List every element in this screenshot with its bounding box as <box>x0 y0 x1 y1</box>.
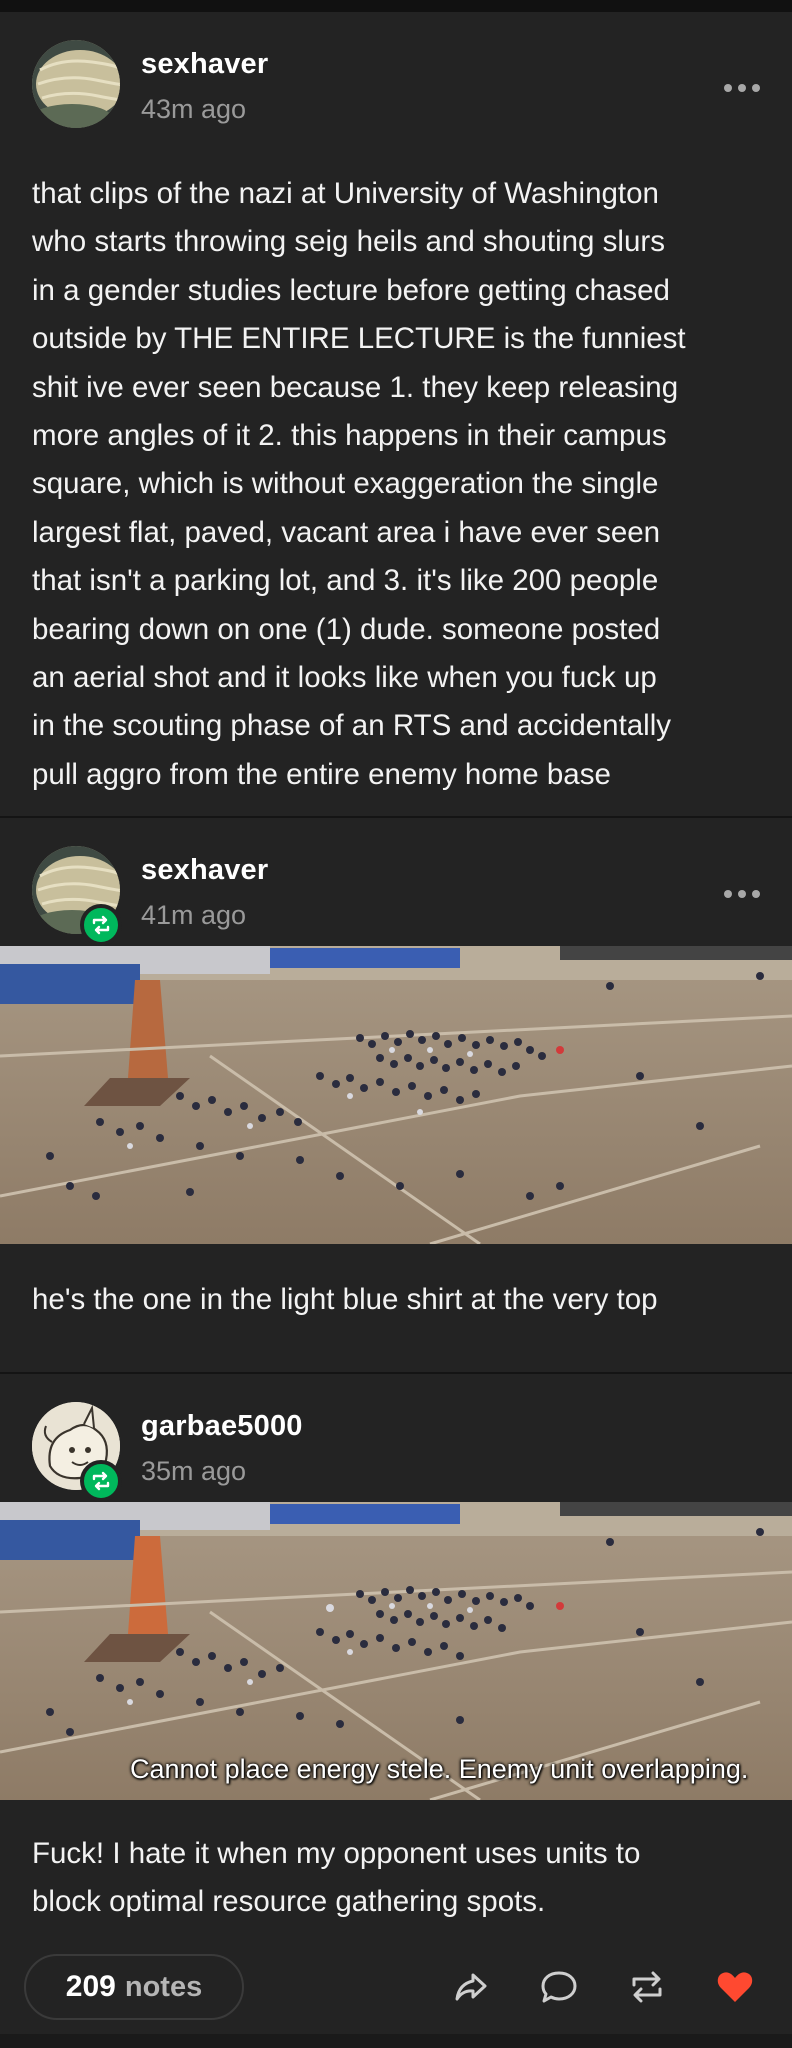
text-line: that isn't a parking lot, and 3. it's li… <box>32 564 659 598</box>
post-text: Fuck! I hate it when my opponent uses un… <box>0 1800 792 1963</box>
text-line: in a gender studies lecture before getti… <box>32 273 670 307</box>
notes-label: notes <box>124 1970 203 2003</box>
like-heart-shape <box>717 1972 753 2002</box>
reply-icon[interactable] <box>536 1964 582 2010</box>
timestamp: 43m ago <box>141 94 247 124</box>
notes-button[interactable]: 209 notes <box>24 1954 244 2020</box>
text-line: block optimal resource gathering spots. <box>32 1885 546 1919</box>
post-header: sexhaver 41m ago <box>0 818 792 946</box>
post-text: that clips of the nazi at University of … <box>0 140 792 835</box>
text-line: that clips of the nazi at University of … <box>32 177 659 210</box>
text-line: outside by THE ENTIRE LECTURE is the fun… <box>32 322 686 356</box>
avatar[interactable] <box>32 40 120 128</box>
post-image-aerial-captioned[interactable]: Cannot place energy stele. Enemy unit ov… <box>0 1502 792 1800</box>
share-icon[interactable] <box>448 1964 494 2010</box>
username[interactable]: sexhaver <box>141 854 268 887</box>
post-image-aerial[interactable] <box>0 946 792 1244</box>
post-header: sexhaver 43m ago <box>0 12 792 140</box>
text-line: in the scouting phase of an RTS and acci… <box>32 709 672 743</box>
text-line: who starts throwing seig heils and shout… <box>32 225 665 259</box>
heart-icon[interactable] <box>712 1964 758 2010</box>
top-bar <box>0 0 792 12</box>
reblog-button-icon[interactable] <box>624 1964 670 2010</box>
post-original: sexhaver 43m ago that clips of the nazi … <box>0 12 792 816</box>
post-footer: 209 notes <box>0 1944 792 2034</box>
post-reblog-1: sexhaver 41m ago he's the one in the lig… <box>0 816 792 1372</box>
text-line: pull aggro from the entire enemy home ba… <box>32 757 611 791</box>
reblog-icon <box>80 1460 122 1502</box>
post-header: garbae5000 35m ago <box>0 1374 792 1502</box>
username[interactable]: garbae5000 <box>141 1410 303 1443</box>
text-line: he's the one in the light blue shirt at … <box>32 1283 658 1316</box>
timestamp: 35m ago <box>141 1456 247 1486</box>
text-line: shit ive ever seen because 1. they keep … <box>32 370 679 404</box>
avatar-image <box>32 40 120 128</box>
timestamp: 41m ago <box>141 900 247 930</box>
text-line: square, which is without exaggeration th… <box>32 467 659 501</box>
post-text: he's the one in the light blue shirt at … <box>0 1244 792 1360</box>
image-caption: Cannot place energy stele. Enemy unit ov… <box>130 1754 749 1784</box>
more-icon[interactable] <box>724 82 760 94</box>
reblog-icon <box>80 904 122 946</box>
more-icon[interactable] <box>724 888 760 900</box>
text-line: more angles of it 2. this happens in the… <box>32 419 667 453</box>
post-reblog-2: garbae5000 35m ago Cannot place energy s… <box>0 1372 792 1944</box>
notes-count: 209 <box>65 1970 116 2003</box>
text-line: bearing down on one (1) dude. someone po… <box>32 612 661 646</box>
text-line: an aerial shot and it looks like when yo… <box>32 661 657 695</box>
text-line: largest flat, paved, vacant area i have … <box>32 515 661 549</box>
text-line: Fuck! I hate it when my opponent uses un… <box>32 1837 641 1870</box>
username[interactable]: sexhaver <box>141 48 268 81</box>
